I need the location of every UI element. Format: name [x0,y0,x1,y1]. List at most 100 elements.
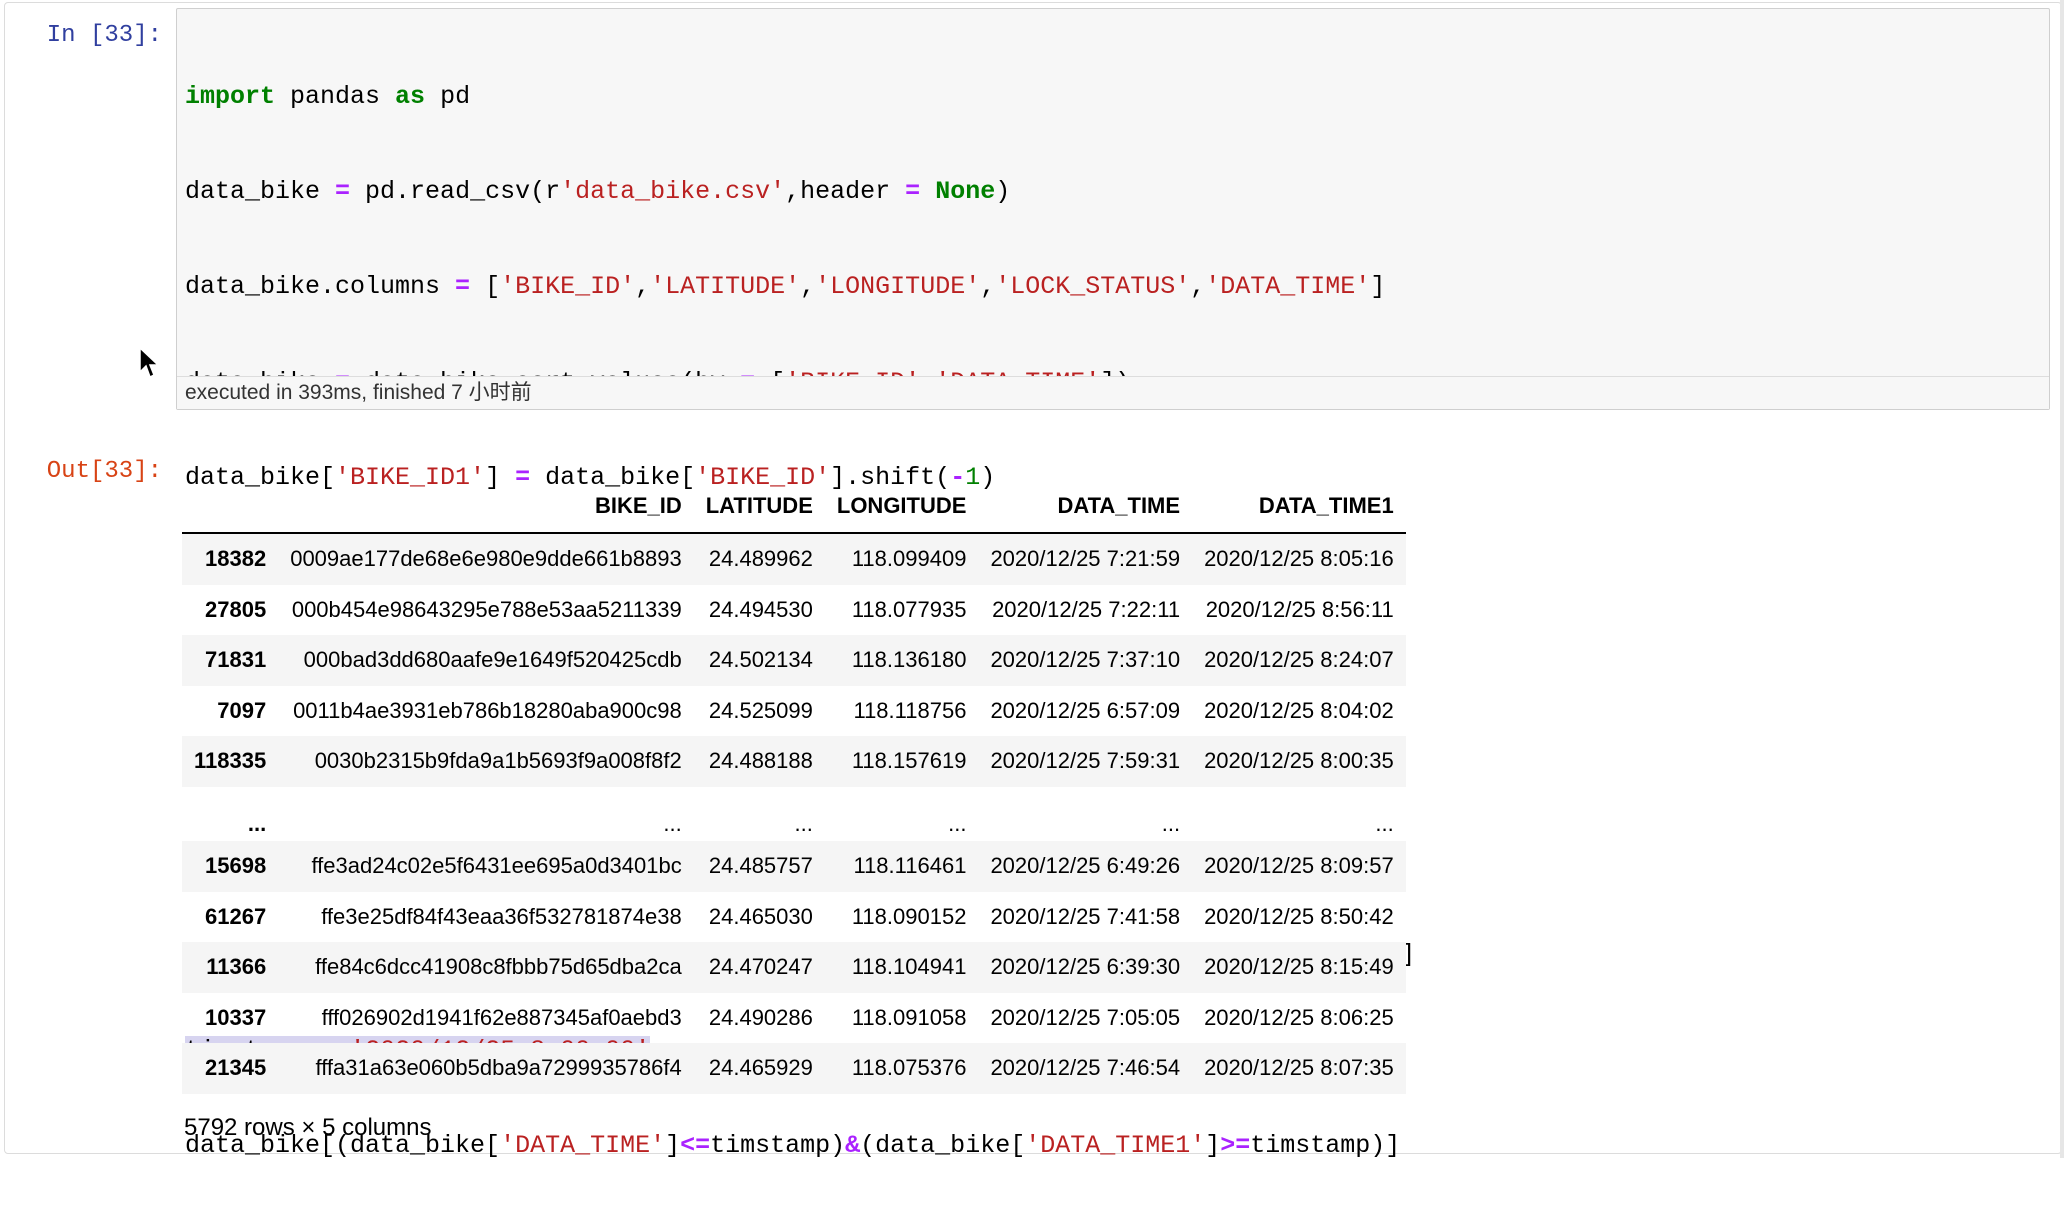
table-cell: 118.099409 [851,546,967,572]
table-cell: ... [1375,811,1394,836]
table-cell: 24.489962 [708,546,813,572]
dataframe-table: BIKE_ID LATITUDE LONGITUDE DATA_TIME DAT… [182,480,1406,1094]
code-token: 'LATITUDE' [650,272,801,302]
table-cell: 2020/12/25 8:07:35 [1204,1055,1394,1081]
execution-info: executed in 393ms, finished 7 小时前 [177,376,2049,409]
table-cell: 24.490286 [708,1004,813,1030]
code-line-1: import pandas as pd [185,81,1415,113]
table-cell: 24.485757 [708,853,813,879]
table-cell: 2020/12/25 8:06:25 [1204,1004,1394,1030]
table-cell: 2020/12/25 7:21:59 [990,546,1181,572]
code-token: ) [995,176,1011,206]
code-token: 'BIKE_ID' [500,272,636,302]
table-row: 15698 ffe3ad24c02e5f6431ee695a0d3401bc 24.… [182,841,1406,892]
table-cell: 2020/12/25 8:00:35 [1204,748,1394,774]
table-cell: 2020/12/25 7:37:10 [990,647,1181,673]
code-token: timstamp) [710,1130,846,1160]
table-cell: 2020/12/25 8:15:49 [1204,954,1394,980]
code-token: import [185,81,276,111]
table-cell: 0030b2315b9fda9a1b5693f9a008f8f2 [314,748,682,774]
table-cell: 2020/12/25 8:50:42 [1204,903,1394,929]
code-token: 'DATA_TIME1' [1025,1130,1206,1160]
code-token: 'DATA_TIME' [500,1130,666,1160]
row-index: ... [247,811,267,836]
code-token: >= [1220,1130,1251,1160]
table-cell: 118.091058 [851,1004,967,1030]
code-token: data_bike.columns [185,272,456,302]
code-token: pd.read_csv(r [350,176,561,206]
code-token: pd [425,81,471,111]
code-line-3: data_bike.columns = ['BIKE_ID','LATITUDE… [185,271,1415,303]
code-token: ] [1370,272,1386,302]
code-line-2: data_bike = pd.read_csv(r'data_bike.csv'… [185,176,1415,208]
table-row: 7097 0011b4ae3931eb786b18280aba900c98 24.5… [182,686,1406,737]
code-token: (data_bike[ [860,1130,1026,1160]
table-cell: 118.077935 [851,596,967,622]
row-index: 27805 [205,596,267,622]
scrollbar[interactable] [2060,0,2064,1158]
code-token: 'LOCK_STATUS' [995,272,1191,302]
table-row: 11366 ffe84c6dcc41908c8fbbb75d65dba2ca 24.… [182,942,1406,993]
code-token: = [905,176,921,206]
table-cell: 118.136180 [851,647,967,673]
code-token: , [980,272,996,302]
table-cell: 24.494530 [708,596,813,622]
table-cell: 24.465929 [708,1055,813,1081]
table-cell: 118.118756 [853,697,967,723]
table-cell: 2020/12/25 8:05:16 [1204,546,1394,572]
code-token: , [800,272,816,302]
code-token: ] [1205,1130,1221,1160]
column-header: BIKE_ID [278,480,694,534]
table-row: 118335 0030b2315b9fda9a1b5693f9a008f8f2 24… [182,736,1406,787]
table-cell: ... [948,811,967,836]
dataframe-output: BIKE_ID LATITUDE LONGITUDE DATA_TIME DAT… [182,480,1406,1094]
code-token: timstamp)] [1250,1130,1401,1160]
row-index: 15698 [205,853,267,879]
code-token: ] [665,1130,681,1160]
table-header-row: BIKE_ID LATITUDE LONGITUDE DATA_TIME DAT… [182,480,1406,534]
mouse-pointer-icon [139,346,160,379]
code-token: = [335,176,351,206]
row-index: 10337 [205,1004,267,1030]
code-token: ,header [785,176,906,206]
table-cell: 000b454e98643295e788e53aa5211339 [291,596,682,622]
table-cell: ... [794,811,813,836]
code-token: & [845,1130,861,1160]
table-cell: 24.488188 [708,748,813,774]
code-token: 'DATA_TIME' [1205,272,1371,302]
code-token: as [395,81,426,111]
input-prompt: In [33]: [46,22,162,49]
table-cell: 118.104941 [851,954,967,980]
row-index: 11366 [206,954,267,980]
code-token: data_bike [185,176,336,206]
table-cell: ffe84c6dcc41908c8fbbb75d65dba2ca [315,954,682,980]
table-cell: 24.465030 [708,903,813,929]
table-cell: 2020/12/25 8:56:11 [1205,596,1394,622]
code-editor[interactable]: import pandas as pd data_bike = pd.read_… [176,8,2050,1160]
table-row: 21345 fffa31a63e060b5dba9a7299935786f4 24.… [182,1043,1406,1094]
code-token: 'LONGITUDE' [815,272,981,302]
table-cell: 2020/12/25 7:46:54 [990,1055,1181,1081]
table-cell: 2020/12/25 7:05:05 [990,1004,1181,1030]
table-row: 61267 ffe3e25df84f43eaa36f532781874e38 24.… [182,892,1406,943]
table-row: 27805 000b454e98643295e788e53aa5211339 24.… [182,585,1406,636]
table-cell: 118.075376 [851,1055,967,1081]
table-cell: ... [1161,811,1181,836]
table-cell: ffe3e25df84f43eaa36f532781874e38 [321,903,682,929]
row-index: 61267 [205,903,267,929]
table-cell: 24.470247 [708,954,813,980]
column-header: LONGITUDE [824,480,979,534]
code-token: 'data_bike.csv' [560,176,786,206]
table-cell: 0011b4ae3931eb786b18280aba900c98 [293,697,682,723]
code-token: , [635,272,651,302]
table-cell: 2020/12/25 8:24:07 [1204,647,1394,673]
row-index: 18382 [205,546,267,572]
row-index: 21345 [205,1055,267,1081]
table-cell: 2020/12/25 6:57:09 [990,697,1181,723]
column-header: LATITUDE [693,480,825,534]
table-cell: fffa31a63e060b5dba9a7299935786f4 [315,1055,682,1081]
table-row: 71831 000bad3dd680aafe9e1649f520425cdb 24.… [182,635,1406,686]
code-token: = [455,272,471,302]
code-token: , [1190,272,1206,302]
